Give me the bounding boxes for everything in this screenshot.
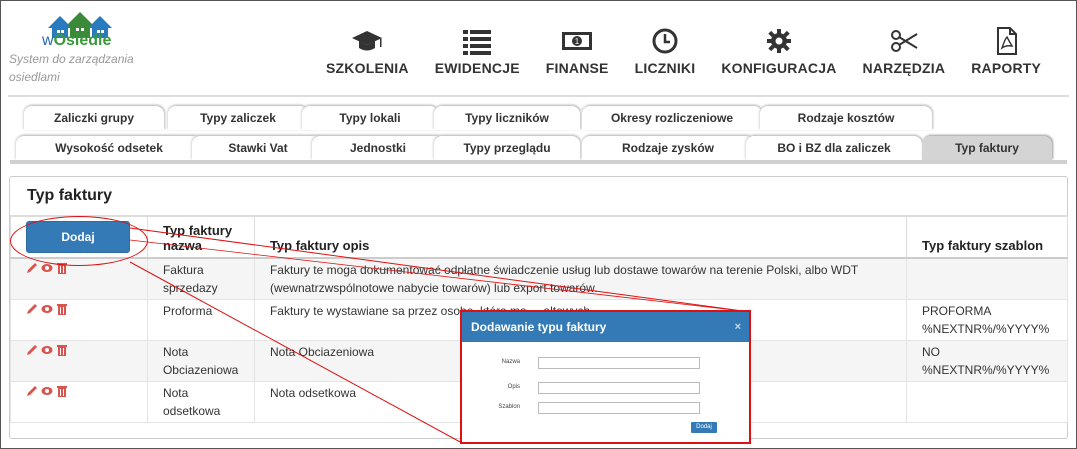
tabs-base-bar <box>10 160 1067 164</box>
tab-typ-faktury[interactable]: Typ faktury <box>922 136 1052 160</box>
clock-icon <box>652 28 678 54</box>
view-eye-icon[interactable] <box>41 384 53 397</box>
view-eye-icon[interactable] <box>41 343 53 356</box>
field-szablon-row: Szablon <box>462 402 749 416</box>
col-header-szablon[interactable]: Typ faktury szablon <box>905 215 1069 259</box>
tab-rodzaje-kosztow[interactable]: Rodzaje kosztów <box>760 106 932 130</box>
delete-trash-icon[interactable] <box>56 343 68 356</box>
money-icon: 1 <box>562 32 593 50</box>
field-opis-row: Opis <box>462 382 749 396</box>
cell-nazwa: Nota Obciazeniowa <box>146 340 255 382</box>
modal-header: Dodawanie typu faktury × <box>462 312 749 342</box>
modal-title: Dodawanie typu faktury <box>471 320 607 334</box>
table-row: Faktura sprzedazy Faktury te moga dokume… <box>10 257 1069 300</box>
table-header-row: Dodaj Typ faktury nazwa Typ faktury opis… <box>10 215 1069 259</box>
cell-szablon <box>905 381 1069 423</box>
cell-szablon: NO %NEXTNR%/%YYYY% <box>905 340 1069 382</box>
view-eye-icon[interactable] <box>41 302 53 315</box>
cell-opis: Faktury te moga dokumentować odpłatne św… <box>253 257 907 300</box>
header-divider <box>8 95 1069 97</box>
add-invoice-type-modal: Dodawanie typu faktury × Nazwa Opis Szab… <box>460 310 751 444</box>
gear-icon <box>766 29 791 53</box>
edit-pencil-icon[interactable] <box>26 343 38 356</box>
cell-szablon <box>905 257 1069 300</box>
cell-nazwa: Proforma <box>146 299 255 341</box>
tab-typy-licznikow[interactable]: Typy liczników <box>434 106 580 130</box>
tab-stawki-vat[interactable]: Stawki Vat <box>192 136 324 160</box>
col-header-opis[interactable]: Typ faktury opis <box>253 215 907 259</box>
field-szablon-label: Szablon <box>498 404 520 410</box>
tab-wysokosc-odsetek[interactable]: Wysokość odsetek <box>16 136 202 160</box>
nazwa-input[interactable] <box>538 357 700 369</box>
tab-zaliczki-grupy[interactable]: Zaliczki grupy <box>24 106 164 130</box>
tab-bo-bz-zaliczek[interactable]: BO i BZ dla zaliczek <box>746 136 922 160</box>
nav-liczniki[interactable]: LICZNIKI <box>622 22 709 76</box>
cell-szablon: PROFORMA %NEXTNR%/%YYYY% <box>905 299 1069 341</box>
tabs-row-2: Wysokość odsetek Stawki Vat Jednostki Ty… <box>16 136 1066 160</box>
tabs-row-1: Zaliczki grupy Typy zaliczek Typy lokali… <box>16 106 1066 130</box>
graduation-cap-icon <box>352 31 383 51</box>
nav-konfiguracja[interactable]: KONFIGURACJA <box>708 22 849 76</box>
close-icon[interactable]: × <box>735 312 741 342</box>
row-actions <box>10 381 148 423</box>
nav-ewidencje[interactable]: EWIDENCJE <box>422 22 533 76</box>
tab-typy-lokali[interactable]: Typy lokali <box>302 106 438 130</box>
cell-nazwa: Nota odsetkowa <box>146 381 255 423</box>
row-actions <box>10 299 148 341</box>
app-tagline: System do zarządzania osiedlami <box>9 52 134 84</box>
panel-title: Typ faktury <box>27 187 113 204</box>
opis-input[interactable] <box>538 382 700 394</box>
list-icon <box>463 30 492 55</box>
field-nazwa-label: Nazwa <box>501 359 520 365</box>
szablon-input[interactable] <box>538 402 700 414</box>
highlight-ellipse <box>10 216 148 266</box>
cell-nazwa: Faktura sprzedazy <box>146 257 255 300</box>
row-actions <box>10 340 148 382</box>
nav-narzedzia[interactable]: NARZĘDZIA <box>850 22 959 76</box>
col-header-nazwa[interactable]: Typ faktury nazwa <box>146 215 255 259</box>
tab-jednostki[interactable]: Jednostki <box>312 136 444 160</box>
nav-raporty[interactable]: RAPORTY <box>958 22 1054 76</box>
nav-szkolenia[interactable]: SZKOLENIA <box>313 22 422 76</box>
field-opis-label: Opis <box>507 384 520 390</box>
delete-trash-icon[interactable] <box>56 302 68 315</box>
tab-typy-zaliczek[interactable]: Typy zaliczek <box>168 106 308 130</box>
tab-typy-przegladu[interactable]: Typy przeglądu <box>434 136 580 160</box>
svg-text:1: 1 <box>575 37 580 46</box>
main-nav: SZKOLENIA EWIDENCJE 1 FINANSE LICZNIKI K… <box>313 22 1054 76</box>
delete-trash-icon[interactable] <box>56 384 68 397</box>
pdf-file-icon <box>997 27 1018 55</box>
tab-rodzaje-zyskow[interactable]: Rodzaje zysków <box>582 136 754 160</box>
app-logo-text[interactable]: wOsiedle <box>42 32 111 50</box>
edit-pencil-icon[interactable] <box>26 302 38 315</box>
field-nazwa-row: Nazwa <box>462 357 749 371</box>
scissors-icon <box>890 30 918 52</box>
modal-submit-button[interactable]: Dodaj <box>691 422 717 433</box>
nav-finanse[interactable]: 1 FINANSE <box>533 22 622 76</box>
edit-pencil-icon[interactable] <box>26 261 38 274</box>
tab-okresy-rozliczeniowe[interactable]: Okresy rozliczeniowe <box>582 106 762 130</box>
edit-pencil-icon[interactable] <box>26 384 38 397</box>
